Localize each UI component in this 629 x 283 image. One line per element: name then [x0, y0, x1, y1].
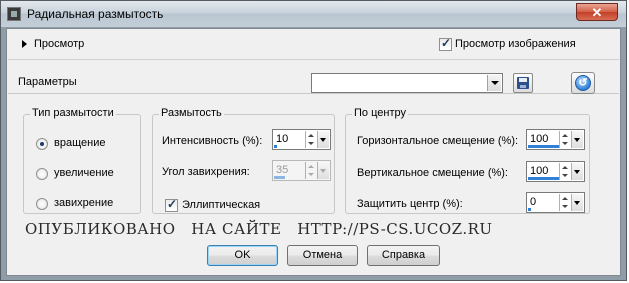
twirl-angle-level-bar — [274, 176, 285, 179]
vertical-offset-value: 100 — [530, 165, 549, 177]
help-button[interactable]: Справка — [367, 245, 440, 266]
ok-button[interactable]: OK — [207, 245, 278, 266]
reset-arrow-icon: ↺ — [575, 75, 591, 91]
horizontal-offset-level-bar — [528, 145, 559, 148]
close-button[interactable]: ✕ — [576, 3, 618, 21]
expand-arrow-icon[interactable] — [22, 40, 27, 48]
twirl-angle-stepper[interactable] — [305, 162, 317, 179]
elliptic-checkbox[interactable]: ✓ — [165, 197, 178, 212]
protect-center-label: Защитить центр (%): — [357, 198, 463, 210]
preview-row: Просмотр ✓ Просмотр изображения — [8, 30, 619, 60]
intensity-level-bar — [274, 145, 277, 148]
twirl-angle-spinbox[interactable]: 35 — [272, 160, 331, 181]
params-label: Параметры — [18, 76, 77, 88]
intensity-label: Интенсивность (%): — [162, 135, 263, 147]
params-row: Параметры ↺ — [8, 65, 619, 94]
chevron-down-icon[interactable] — [487, 75, 501, 91]
blur-group: Размытость Интенсивность (%): 10 Угол за… — [152, 107, 335, 214]
protect-center-spinbox[interactable]: 0 — [526, 192, 585, 213]
protect-center-stepper[interactable] — [559, 194, 571, 211]
center-group: По центру Горизонтальное смещение (%): 1… — [345, 107, 590, 214]
horizontal-offset-label: Горизонтальное смещение (%): — [357, 135, 519, 147]
center-group-title: По центру — [352, 107, 408, 119]
check-icon: ✓ — [441, 36, 452, 50]
intensity-dropdown[interactable] — [317, 131, 329, 148]
blur-group-title: Размытость — [159, 107, 224, 119]
floppy-disk-icon — [517, 77, 529, 89]
vertical-offset-level-bar — [528, 177, 559, 180]
radio-rotation-label[interactable]: вращение — [54, 137, 105, 149]
protect-center-level-bar — [528, 208, 531, 211]
window-title: Радиальная размытость — [27, 7, 164, 21]
twirl-angle-value: 35 — [276, 164, 289, 176]
blur-type-title: Тип размытости — [30, 107, 116, 119]
radio-rotation[interactable] — [36, 138, 48, 150]
dialog-body: Просмотр ✓ Просмотр изображения Параметр… — [6, 28, 621, 276]
close-icon: ✕ — [591, 5, 603, 20]
image-preview-checkbox[interactable]: ✓ — [439, 36, 452, 51]
horizontal-offset-dropdown[interactable] — [571, 131, 583, 148]
check-icon: ✓ — [167, 197, 178, 211]
radio-twirl-label[interactable]: завихрение — [54, 197, 113, 209]
reset-button[interactable]: ↺ — [571, 72, 595, 94]
image-preview-label: Просмотр изображения — [455, 38, 576, 50]
intensity-stepper[interactable] — [305, 131, 317, 148]
title-bar[interactable]: Радиальная размытость ✕ — [1, 1, 626, 27]
app-icon — [7, 7, 21, 21]
intensity-value: 10 — [276, 133, 289, 145]
horizontal-offset-value: 100 — [530, 133, 549, 145]
vertical-offset-dropdown[interactable] — [571, 163, 583, 180]
cancel-button[interactable]: Отмена — [287, 245, 358, 266]
protect-center-dropdown[interactable] — [571, 194, 583, 211]
vertical-offset-stepper[interactable] — [559, 163, 571, 180]
radio-twirl[interactable] — [36, 198, 48, 210]
twirl-angle-dropdown[interactable] — [317, 162, 329, 179]
save-preset-button[interactable] — [513, 73, 533, 93]
horizontal-offset-spinbox[interactable]: 100 — [526, 129, 585, 150]
radio-zoom-label[interactable]: увеличение — [54, 167, 114, 179]
preview-toggle-label[interactable]: Просмотр — [34, 38, 84, 50]
radio-zoom[interactable] — [36, 168, 48, 180]
vertical-offset-spinbox[interactable]: 100 — [526, 161, 585, 182]
dialog-window: Радиальная размытость ✕ Просмотр ✓ Просм… — [0, 0, 627, 281]
preset-combobox[interactable] — [311, 73, 503, 93]
intensity-spinbox[interactable]: 10 — [272, 129, 331, 150]
twirl-angle-label: Угол завихрения: — [162, 166, 250, 178]
watermark-text: ОПУБЛИКОВАНО НА САЙТЕ HTTP://PS-CS.UCOZ.… — [25, 220, 493, 238]
protect-center-value: 0 — [530, 196, 537, 208]
elliptic-label: Эллиптическая — [182, 199, 261, 211]
blur-type-group: Тип размытости вращение увеличение завих… — [23, 107, 141, 214]
horizontal-offset-stepper[interactable] — [559, 131, 571, 148]
vertical-offset-label: Вертикальное смещение (%): — [357, 167, 508, 179]
